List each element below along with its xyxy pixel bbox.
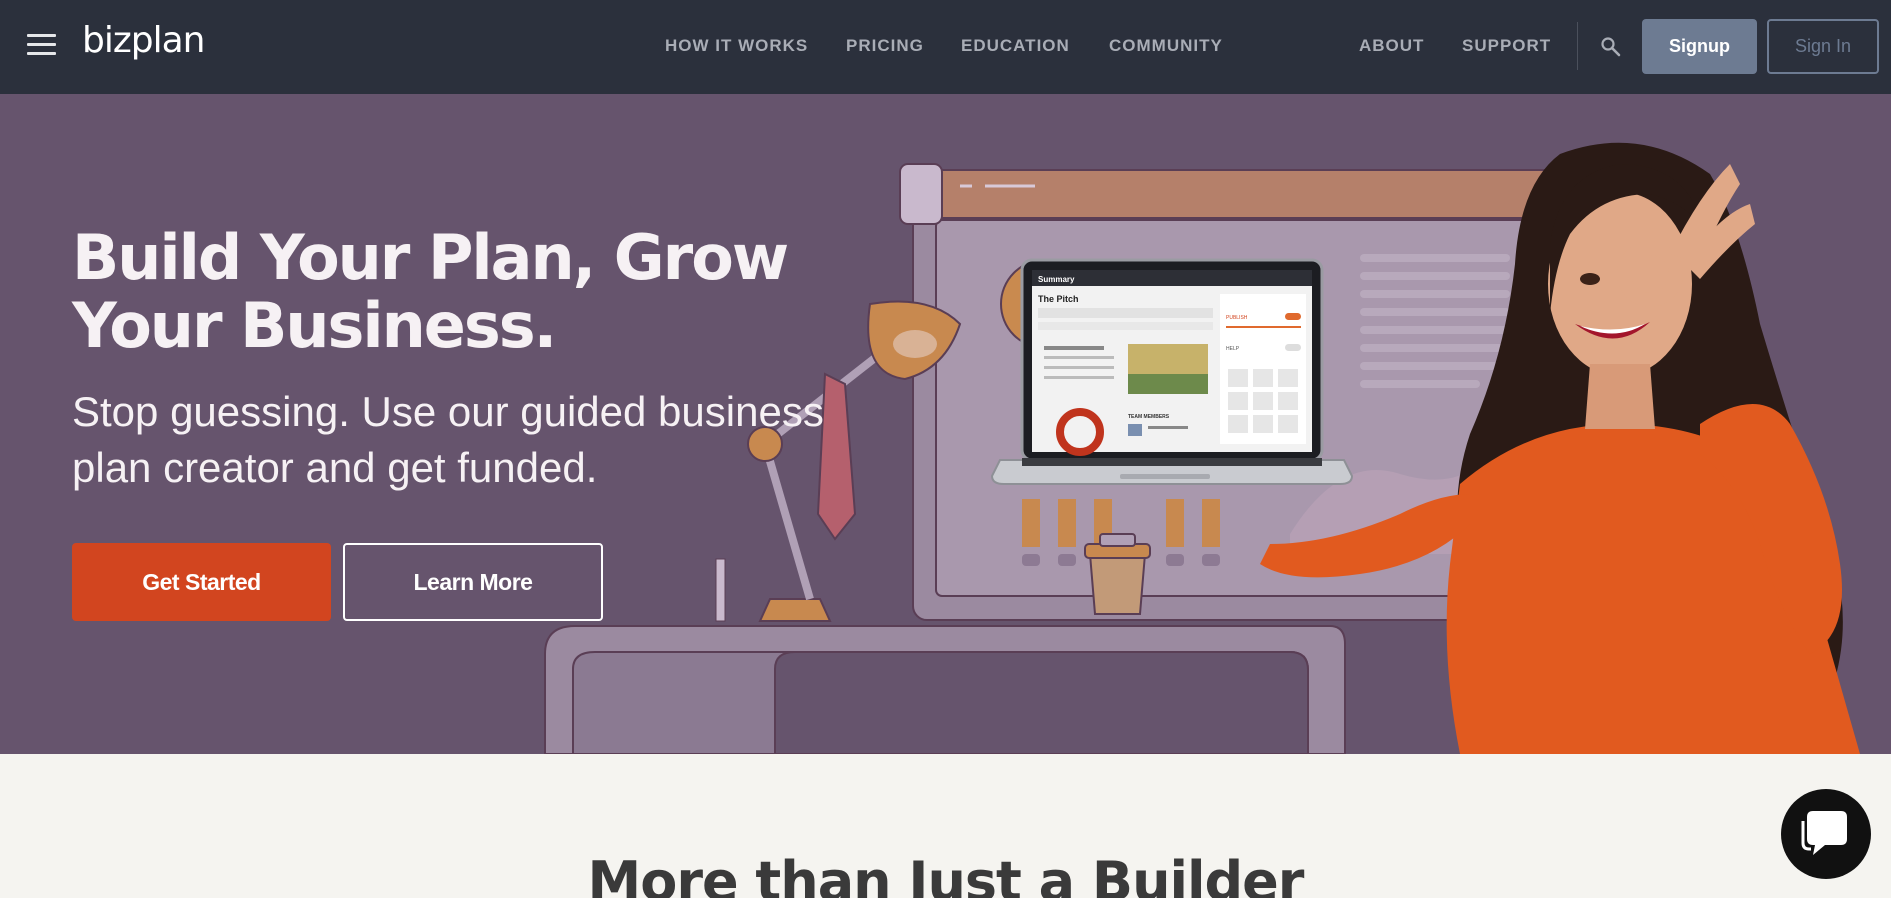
nav-link-about[interactable]: ABOUT [1359, 36, 1424, 56]
laptop-help-label: HELP [1226, 346, 1240, 352]
learn-more-button[interactable]: Learn More [343, 543, 603, 621]
hero-title: Build Your Plan, Grow Your Business. [72, 221, 789, 362]
chat-bubble-icon [1801, 811, 1847, 855]
hero-section: Summary The Pitch PUBLISH HELP TEAM MEMB… [0, 94, 1891, 754]
laptop-screen-title: The Pitch [1038, 294, 1079, 304]
laptop-publish-label: PUBLISH [1226, 315, 1248, 321]
top-navigation: bizplan HOW IT WORKS PRICING EDUCATION C… [0, 0, 1891, 94]
signup-button[interactable]: Signup [1642, 19, 1757, 74]
nav-link-pricing[interactable]: PRICING [846, 36, 924, 56]
nav-divider [1577, 22, 1578, 70]
nav-link-how-it-works[interactable]: HOW IT WORKS [665, 36, 808, 56]
bizplan-logo[interactable]: bizplan [82, 20, 205, 61]
search-icon[interactable] [1600, 36, 1622, 58]
hero-subtitle: Stop guessing. Use our guided business p… [72, 388, 824, 491]
chat-widget-button[interactable] [1781, 789, 1871, 879]
signin-button[interactable]: Sign In [1767, 19, 1879, 74]
nav-link-community[interactable]: COMMUNITY [1109, 36, 1223, 56]
laptop-screen-header: Summary [1038, 275, 1075, 284]
nav-link-education[interactable]: EDUCATION [961, 36, 1070, 56]
nav-link-support[interactable]: SUPPORT [1462, 36, 1551, 56]
section-title: More than Just a Builder [587, 850, 1305, 898]
get-started-button[interactable]: Get Started [72, 543, 331, 621]
hamburger-menu-icon[interactable] [27, 34, 56, 58]
laptop-team-label: TEAM MEMBERS [1128, 414, 1170, 420]
